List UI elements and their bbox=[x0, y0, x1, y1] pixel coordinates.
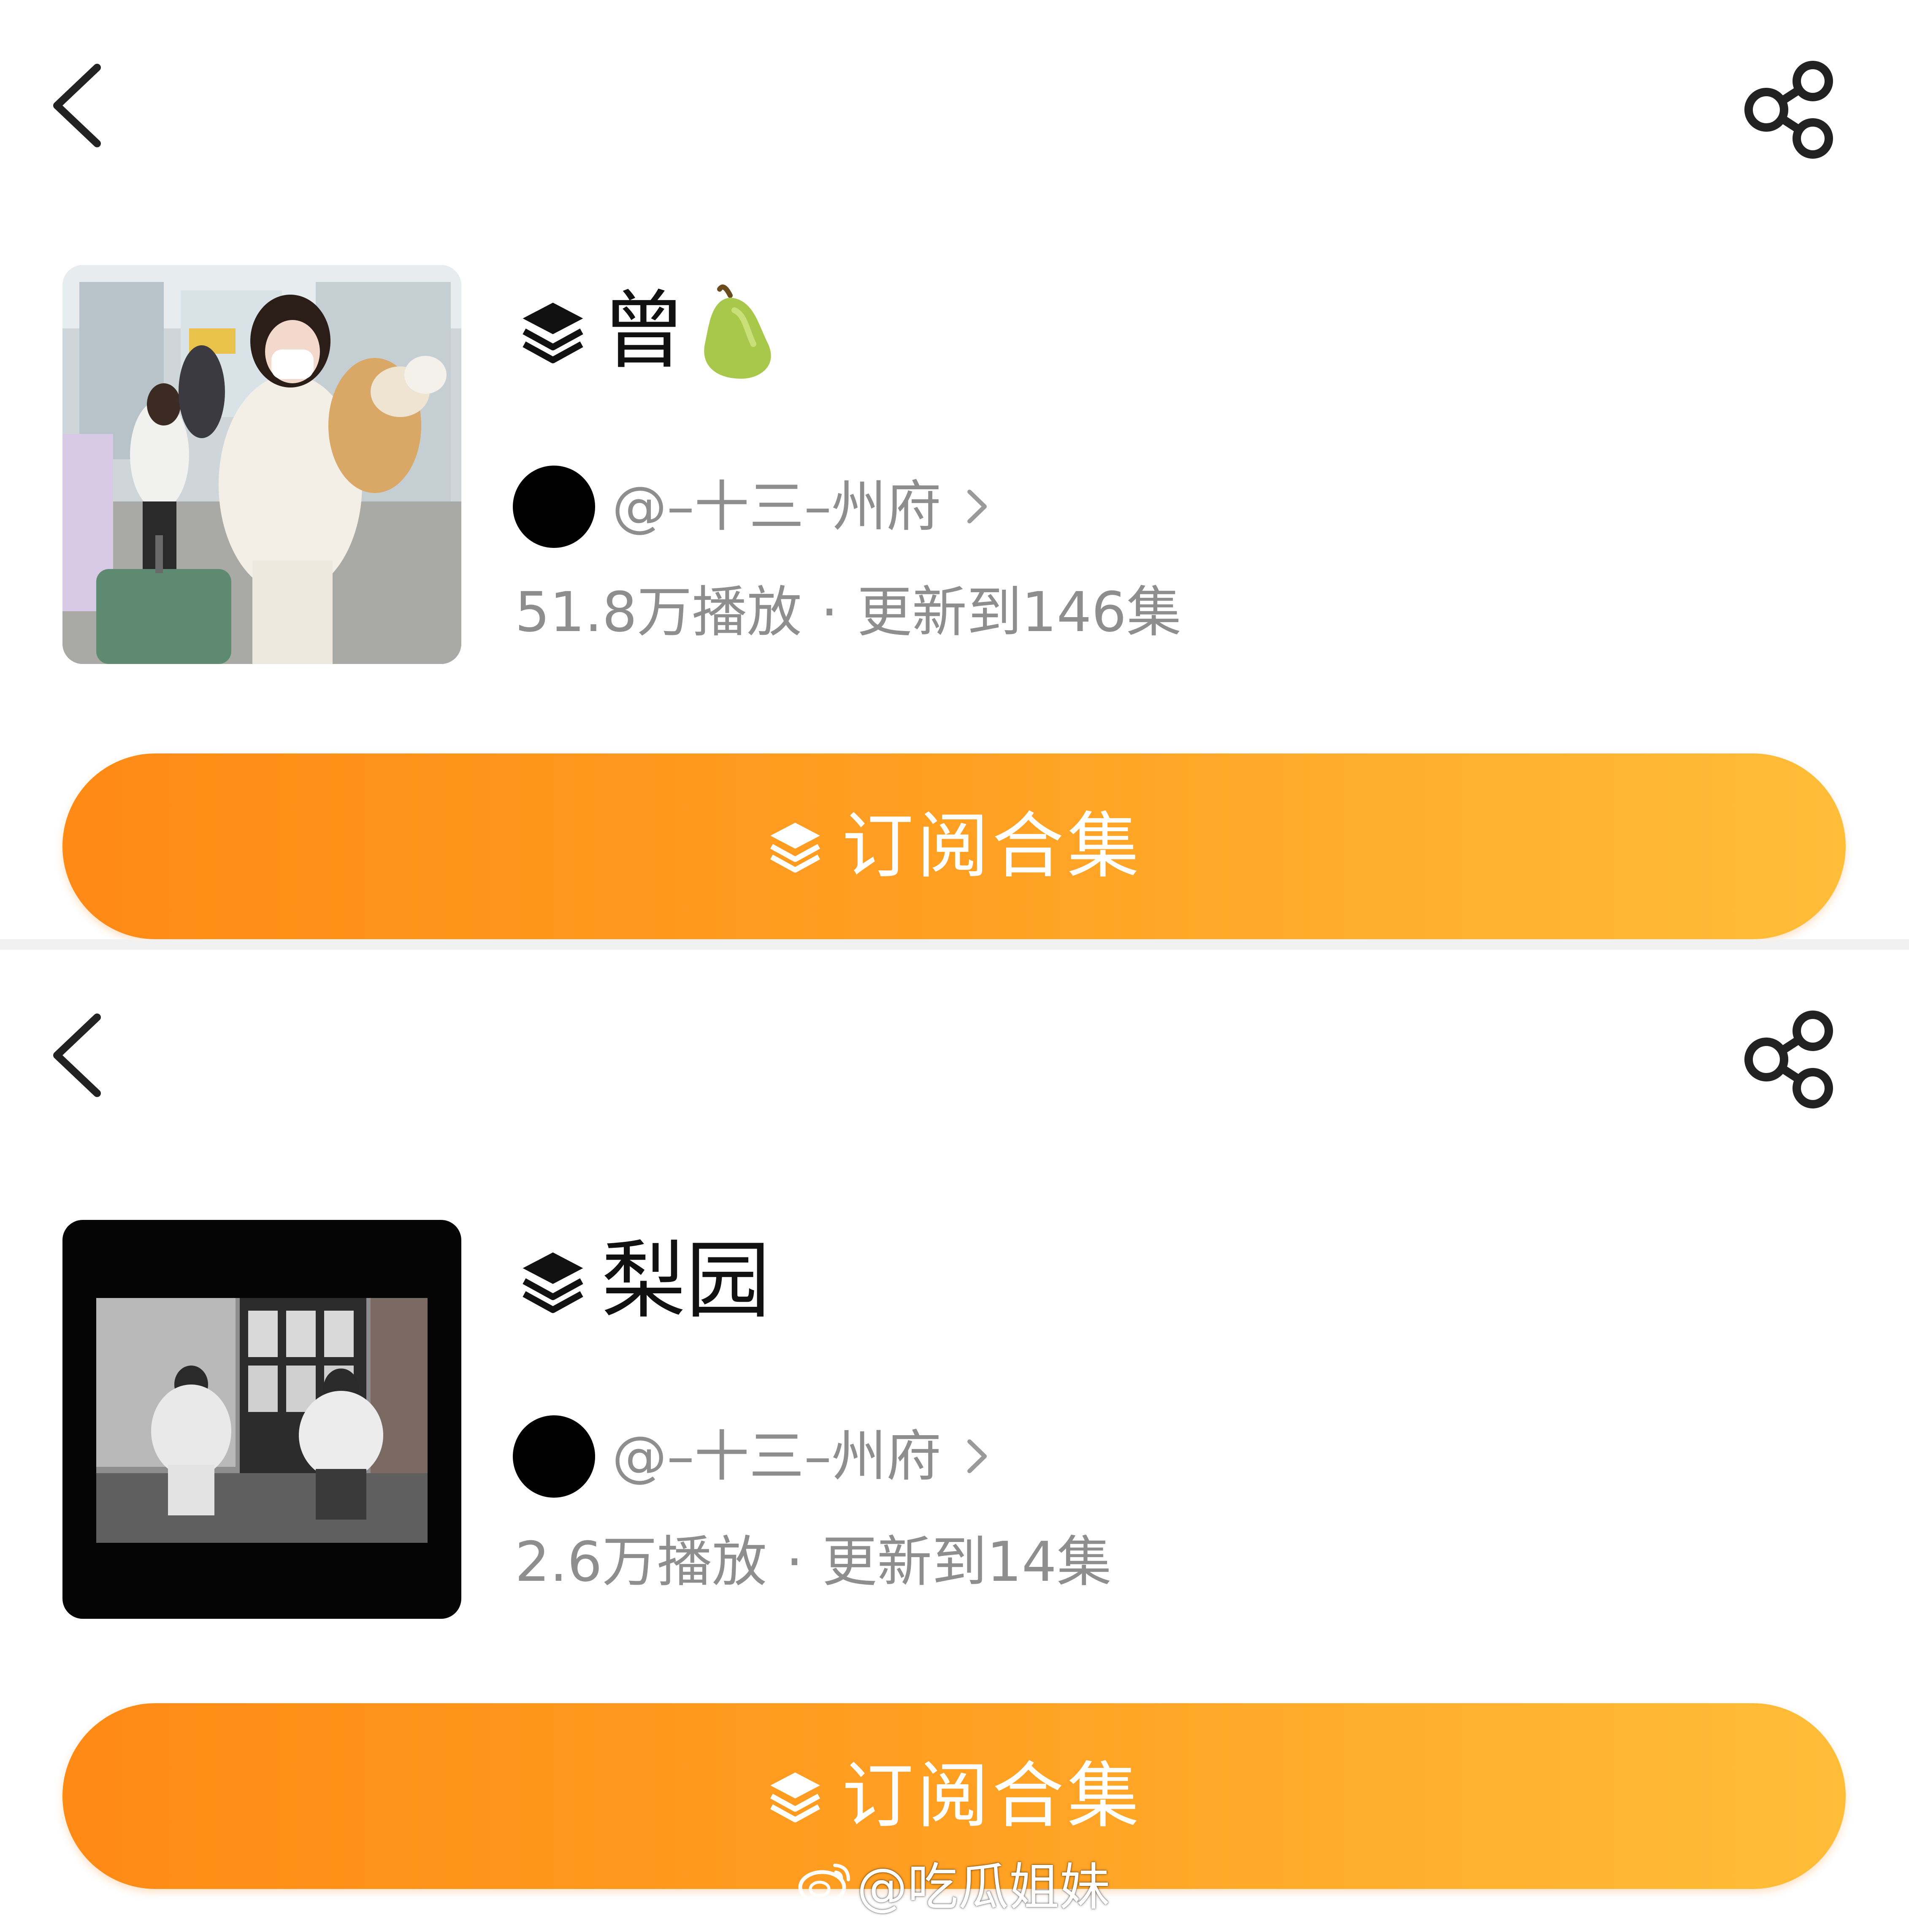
weibo-logo-icon bbox=[798, 1864, 850, 1905]
author-link[interactable]: @–十三–州府 bbox=[513, 464, 990, 549]
back-icon[interactable] bbox=[46, 1009, 110, 1102]
layers-icon bbox=[523, 303, 583, 363]
collection-stats: 51.8万播放 · 更新到146集 bbox=[515, 580, 1181, 644]
chevron-right-icon bbox=[967, 490, 987, 523]
share-icon[interactable] bbox=[1739, 1009, 1840, 1110]
layers-icon bbox=[770, 1772, 820, 1823]
layers-icon bbox=[523, 1252, 583, 1313]
layers-icon bbox=[770, 823, 820, 873]
collection-title: 曾 bbox=[601, 282, 686, 380]
back-icon[interactable] bbox=[46, 59, 110, 152]
episode-count: 更新到14集 bbox=[822, 1530, 1112, 1594]
watermark: @吃瓜姐妹 bbox=[798, 1849, 1110, 1917]
avatar[interactable] bbox=[513, 465, 595, 548]
watermark-text: @吃瓜姐妹 bbox=[857, 1858, 1110, 1917]
play-count: 2.6万播放 bbox=[515, 1530, 767, 1594]
pear-icon bbox=[704, 285, 771, 379]
collection-cover-image[interactable] bbox=[62, 265, 461, 664]
episode-count: 更新到146集 bbox=[857, 580, 1181, 644]
collection-cover-image[interactable] bbox=[62, 1220, 461, 1619]
stats-separator: · bbox=[785, 1530, 804, 1594]
section-divider bbox=[0, 939, 1909, 950]
author-name[interactable]: @–十三–州府 bbox=[612, 1429, 941, 1484]
collection-title-row: 梨园 bbox=[517, 1228, 770, 1334]
subscribe-label: 订阅合集 bbox=[842, 805, 1143, 888]
chevron-right-icon bbox=[967, 1439, 987, 1473]
author-name[interactable]: @–十三–州府 bbox=[612, 479, 941, 534]
collection-stats: 2.6万播放 · 更新到14集 bbox=[515, 1530, 1112, 1593]
subscribe-collection-button[interactable]: 订阅合集 bbox=[62, 753, 1846, 939]
collection-title-row: 曾 bbox=[517, 279, 783, 384]
share-icon[interactable] bbox=[1739, 59, 1840, 160]
avatar[interactable] bbox=[513, 1415, 595, 1498]
play-count: 51.8万播放 bbox=[515, 580, 802, 644]
collection-title: 梨园 bbox=[601, 1232, 771, 1330]
subscribe-label: 订阅合集 bbox=[842, 1754, 1143, 1838]
collection-panel-1: 曾 @–十三–州府 51.8万播放 · 更新到146集 订阅合集 bbox=[0, 0, 1909, 950]
stats-separator: · bbox=[820, 580, 838, 644]
author-link[interactable]: @–十三–州府 bbox=[513, 1414, 990, 1498]
collection-panel-2: 梨园 @–十三–州府 2.6万播放 · 更新到14集 订阅合集 bbox=[0, 950, 1909, 1932]
